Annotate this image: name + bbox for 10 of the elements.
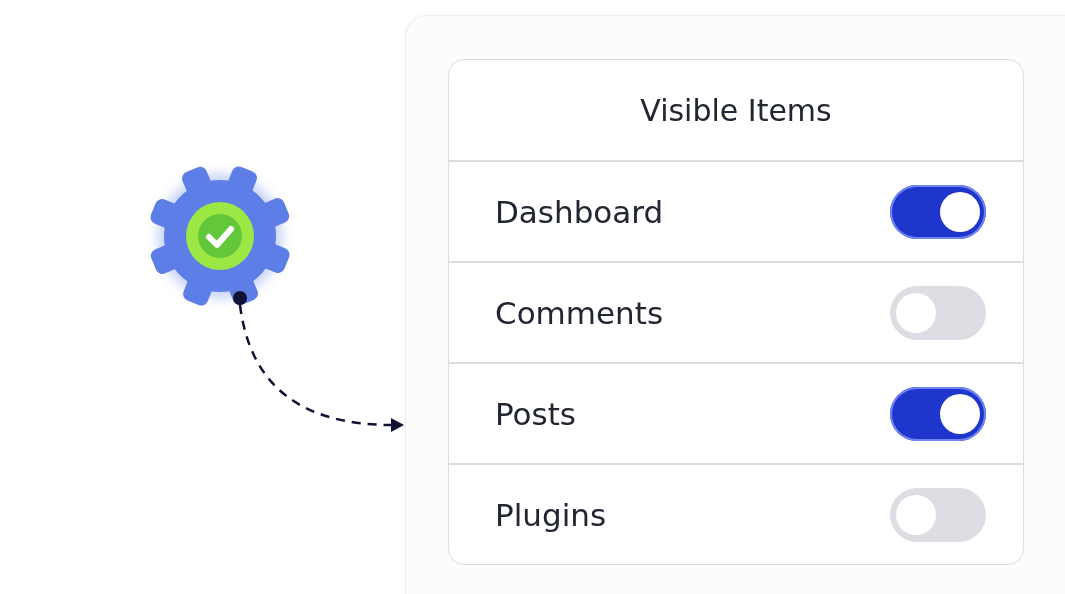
toggle-switch[interactable]	[890, 184, 986, 239]
card-title: Visible Items	[449, 60, 1023, 162]
toggle-switch[interactable]	[890, 285, 986, 340]
gear-with-checkmark-icon	[148, 164, 292, 308]
item-label: Plugins	[495, 496, 607, 533]
item-label: Comments	[495, 294, 664, 331]
item-label: Dashboard	[495, 193, 664, 230]
toggle-switch[interactable]	[890, 386, 986, 441]
toggle-switch[interactable]	[890, 487, 986, 542]
item-label: Posts	[495, 395, 576, 432]
